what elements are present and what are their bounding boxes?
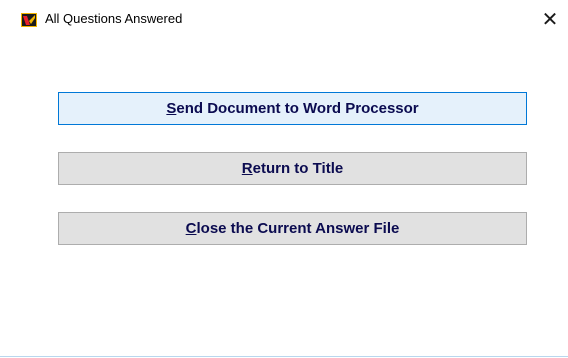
close-answer-file-label: lose the Current Answer File (196, 220, 400, 237)
close-answer-file-mnemonic: C (185, 220, 197, 237)
close-button[interactable]: ✕ (537, 6, 563, 32)
close-answer-file-button[interactable]: Close the Current Answer File (58, 212, 527, 245)
bottom-border (0, 356, 568, 357)
app-logo-icon (21, 13, 37, 27)
send-document-button[interactable]: Send Document to Word Processor (58, 92, 527, 125)
title-bar[interactable]: All Questions Answered ✕ (0, 0, 568, 38)
return-to-title-mnemonic: R (241, 160, 253, 177)
send-document-mnemonic: S (166, 100, 177, 117)
dialog-window: All Questions Answered ✕ Send Document t… (0, 0, 568, 358)
send-document-label: end Document to Word Processor (176, 100, 419, 117)
window-title: All Questions Answered (45, 11, 183, 26)
return-to-title-button[interactable]: Return to Title (58, 152, 527, 185)
close-icon: ✕ (541, 7, 559, 31)
return-to-title-label: eturn to Title (252, 160, 344, 177)
